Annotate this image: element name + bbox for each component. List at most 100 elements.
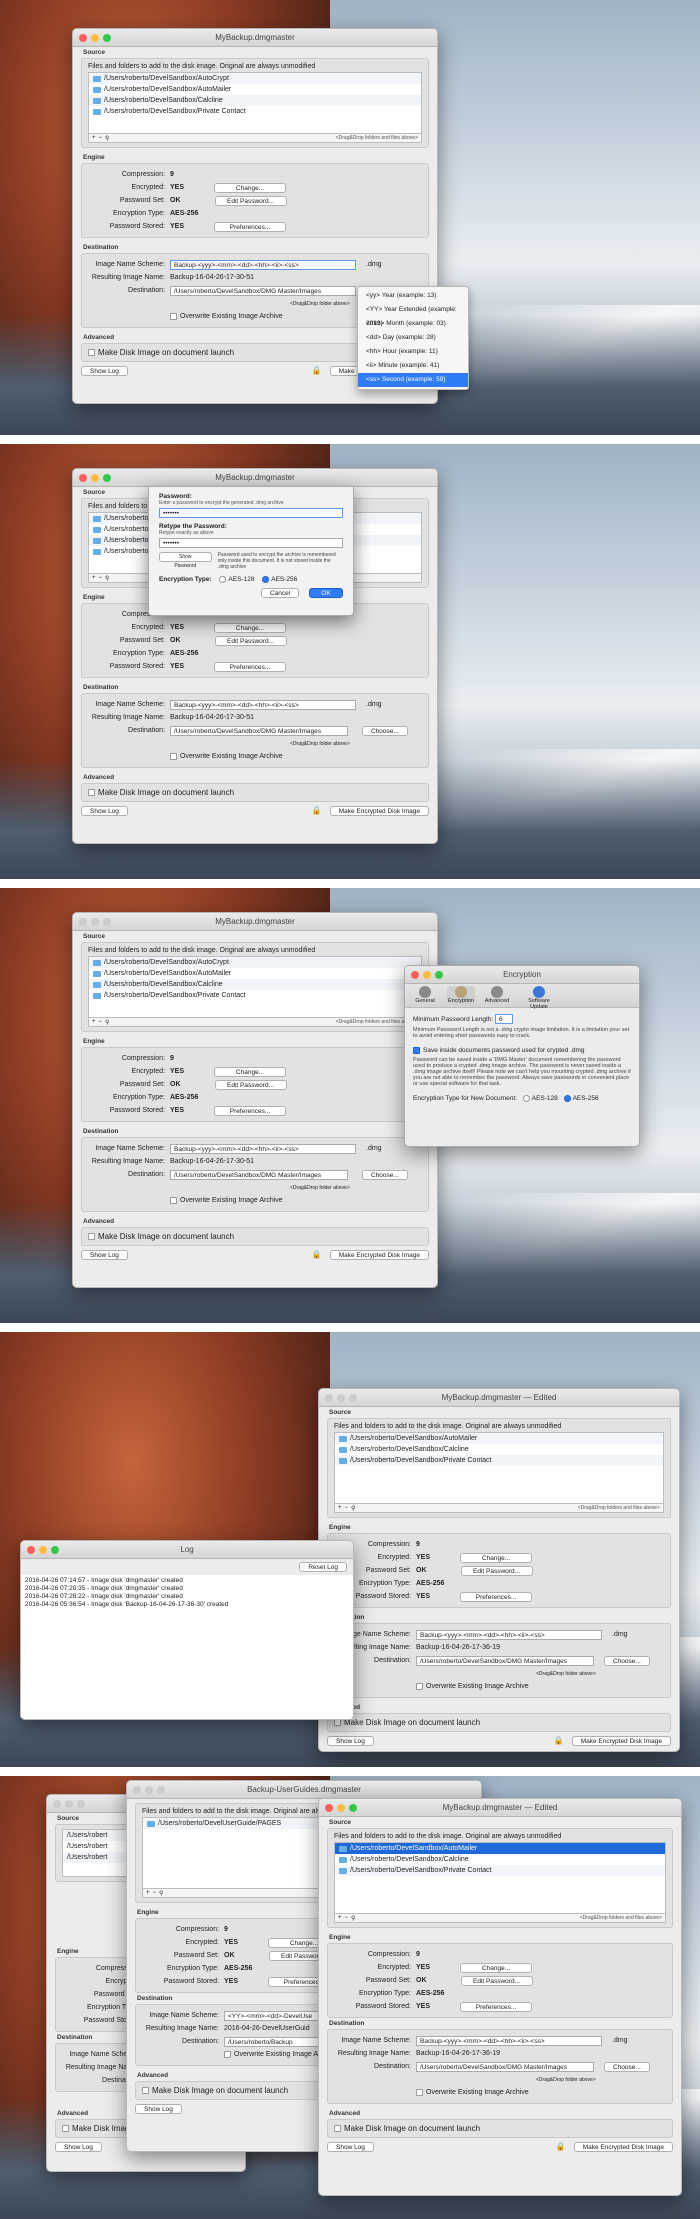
make-on-launch-checkbox[interactable]	[88, 789, 95, 797]
destination-field[interactable]: /Users/roberto/DevelSandbox/DMG Master/I…	[170, 725, 348, 736]
destination-field[interactable]: /Users/roberto/DevelSandbox/DMG Master/I…	[416, 2061, 594, 2072]
add-button[interactable]: +	[338, 1505, 342, 1511]
preferences-button[interactable]: Preferences...	[214, 221, 287, 232]
compression-stepper[interactable]: 9	[416, 1541, 420, 1548]
destination-section-label[interactable]: Destination	[73, 1126, 437, 1137]
show-log-button[interactable]: Show Log	[81, 806, 128, 816]
ok-button[interactable]: OK	[309, 588, 343, 599]
list-item[interactable]: /Users/roberto/DevelSandbox/Calcline	[89, 979, 421, 990]
change-button[interactable]: Change...	[214, 1066, 287, 1077]
source-section-label[interactable]: Source	[73, 931, 437, 942]
choose-button[interactable]: Choose...	[362, 1169, 408, 1180]
make-on-launch-checkbox[interactable]	[88, 349, 95, 357]
choose-button[interactable]: Choose...	[604, 1655, 650, 1666]
zoom-icon[interactable]	[349, 1394, 357, 1402]
close-icon[interactable]	[79, 474, 87, 482]
source-section-label[interactable]: Source	[319, 1407, 679, 1418]
zoom-icon[interactable]	[103, 918, 111, 926]
show-log-button[interactable]: Show Log	[327, 1736, 374, 1746]
search-icon[interactable]: ⚲	[351, 1915, 355, 1922]
edit-password-button[interactable]: Edit Password...	[460, 1975, 533, 1986]
add-button[interactable]: +	[338, 1915, 342, 1921]
zoom-icon[interactable]	[51, 1546, 59, 1554]
change-button[interactable]: Change...	[460, 1962, 533, 1973]
close-icon[interactable]	[325, 1804, 333, 1812]
search-icon[interactable]: ⚲	[105, 575, 109, 582]
choose-button[interactable]: Choose...	[362, 725, 408, 736]
minimize-icon[interactable]	[423, 971, 431, 979]
list-item[interactable]: /Users/roberto/DevelSandbox/AutoCrypt	[89, 73, 421, 84]
scheme-combo[interactable]: Backup-<yyy>-<mm>-<dd>-<hh>-<ii>-<ss>	[416, 1629, 602, 1640]
list-item[interactable]: /Users/roberto/DevelSandbox/AutoMailer	[89, 968, 421, 979]
tab-software-update[interactable]: Software Update	[519, 986, 559, 1010]
close-icon[interactable]	[325, 1394, 333, 1402]
add-button[interactable]: +	[92, 575, 96, 581]
choose-button[interactable]: Choose...	[604, 2061, 650, 2072]
engine-section-label[interactable]: Engine	[73, 152, 437, 163]
search-icon[interactable]: ⚲	[159, 1890, 163, 1897]
source-list[interactable]: /Users/roberto/DevelSandbox/AutoMailer /…	[334, 1432, 664, 1504]
make-on-launch-checkbox[interactable]	[334, 2125, 341, 2133]
menu-item[interactable]: <dd> Day (example: 28)	[358, 331, 468, 345]
password-field[interactable]: •••••••	[159, 508, 343, 518]
show-password-button[interactable]: Show Password	[159, 552, 212, 569]
remove-button[interactable]: −	[153, 1890, 157, 1896]
preferences-button[interactable]: Preferences...	[214, 1105, 287, 1116]
compression-stepper[interactable]: 9	[416, 1951, 420, 1958]
show-log-button[interactable]: Show Log	[81, 366, 128, 376]
aes128-radio[interactable]	[219, 576, 227, 583]
overwrite-checkbox[interactable]	[170, 753, 177, 760]
scheme-combo[interactable]: Backup-<yyy>-<mm>-<dd>-<hh>-<ii>-<ss>	[170, 1143, 356, 1154]
remove-button[interactable]: −	[99, 1019, 103, 1025]
engine-section-label[interactable]: Engine	[319, 1932, 681, 1943]
tab-advanced[interactable]: Advanced	[483, 986, 511, 1005]
close-icon[interactable]	[27, 1546, 35, 1554]
menu-item[interactable]: <hh> Hour (example: 11)	[358, 345, 468, 359]
aes256-radio[interactable]	[563, 1095, 571, 1103]
list-item[interactable]: /Users/roberto/DevelSandbox/Calcline	[89, 95, 421, 106]
search-icon[interactable]: ⚲	[105, 135, 109, 142]
destination-field[interactable]: /Users/roberto/DevelSandbox/DMG Master/I…	[170, 1169, 348, 1180]
search-icon[interactable]: ⚲	[105, 1019, 109, 1026]
log-text[interactable]: 2016-04-26 07:14:57 - Image disk 'dmgmas…	[21, 1575, 353, 1719]
change-button[interactable]: Change...	[214, 182, 287, 193]
minimize-icon[interactable]	[91, 34, 99, 42]
aes128-radio[interactable]	[522, 1095, 530, 1103]
menu-item[interactable]: <ss> Second (example: 59)	[358, 373, 468, 387]
compression-stepper[interactable]: 9	[224, 1926, 228, 1933]
tab-encryption[interactable]: Encryption	[447, 986, 475, 1005]
compression-stepper[interactable]: 9	[170, 1055, 174, 1062]
make-encrypted-button[interactable]: Make Encrypted Disk Image	[329, 806, 429, 816]
close-icon[interactable]	[133, 1786, 141, 1794]
source-list[interactable]: /Users/roberto/DevelSandbox/AutoCrypt /U…	[88, 72, 422, 134]
preferences-button[interactable]: Preferences...	[460, 2001, 533, 2012]
make-on-launch-checkbox[interactable]	[142, 2087, 149, 2095]
source-section-label[interactable]: Source	[319, 1817, 681, 1828]
min-length-field[interactable]: 6	[495, 1014, 514, 1024]
change-button[interactable]: Change...	[460, 1552, 533, 1563]
add-button[interactable]: +	[92, 135, 96, 141]
advanced-section-label[interactable]: Advanced	[319, 1702, 679, 1713]
list-item[interactable]: /Users/roberto/DevelSandbox/Private Cont…	[335, 1865, 665, 1876]
list-item[interactable]: /Users/roberto/DevelSandbox/AutoMailer	[335, 1433, 663, 1444]
close-icon[interactable]	[79, 34, 87, 42]
minimize-icon[interactable]	[65, 1800, 73, 1808]
source-list[interactable]: /Users/roberto/DevelSandbox/AutoCrypt /U…	[88, 956, 422, 1018]
scheme-combo[interactable]: Backup-<yyy>-<mm>-<dd>-<hh>-<ii>-<ss>	[416, 2035, 602, 2046]
compression-stepper[interactable]: 9	[170, 171, 174, 178]
minimize-icon[interactable]	[145, 1786, 153, 1794]
edit-password-button[interactable]: Edit Password...	[214, 635, 287, 646]
minimize-icon[interactable]	[39, 1546, 47, 1554]
source-section-label[interactable]: Source	[73, 47, 437, 58]
advanced-section-label[interactable]: Advanced	[73, 1216, 437, 1227]
scheme-combo[interactable]: Backup-<yyy>-<mm>-<dd>-<hh>-<ii>-<ss>	[170, 699, 356, 710]
scheme-combo[interactable]: <YY>-<mm>-<dd>-DevelUse	[224, 2010, 324, 2021]
list-item[interactable]: /Users/roberto/DevelSandbox/AutoCrypt	[89, 957, 421, 968]
edit-password-button[interactable]: Edit Password...	[460, 1565, 533, 1576]
engine-section-label[interactable]: Engine	[73, 1036, 437, 1047]
menu-item[interactable]: <YY> Year Extended (example: 2013)	[358, 303, 468, 327]
menu-item[interactable]: <yy> Year (example: 13)	[358, 289, 468, 303]
zoom-icon[interactable]	[103, 474, 111, 482]
list-item[interactable]: /Users/roberto/DevelSandbox/Private Cont…	[89, 106, 421, 117]
save-inside-checkbox[interactable]	[413, 1047, 420, 1054]
